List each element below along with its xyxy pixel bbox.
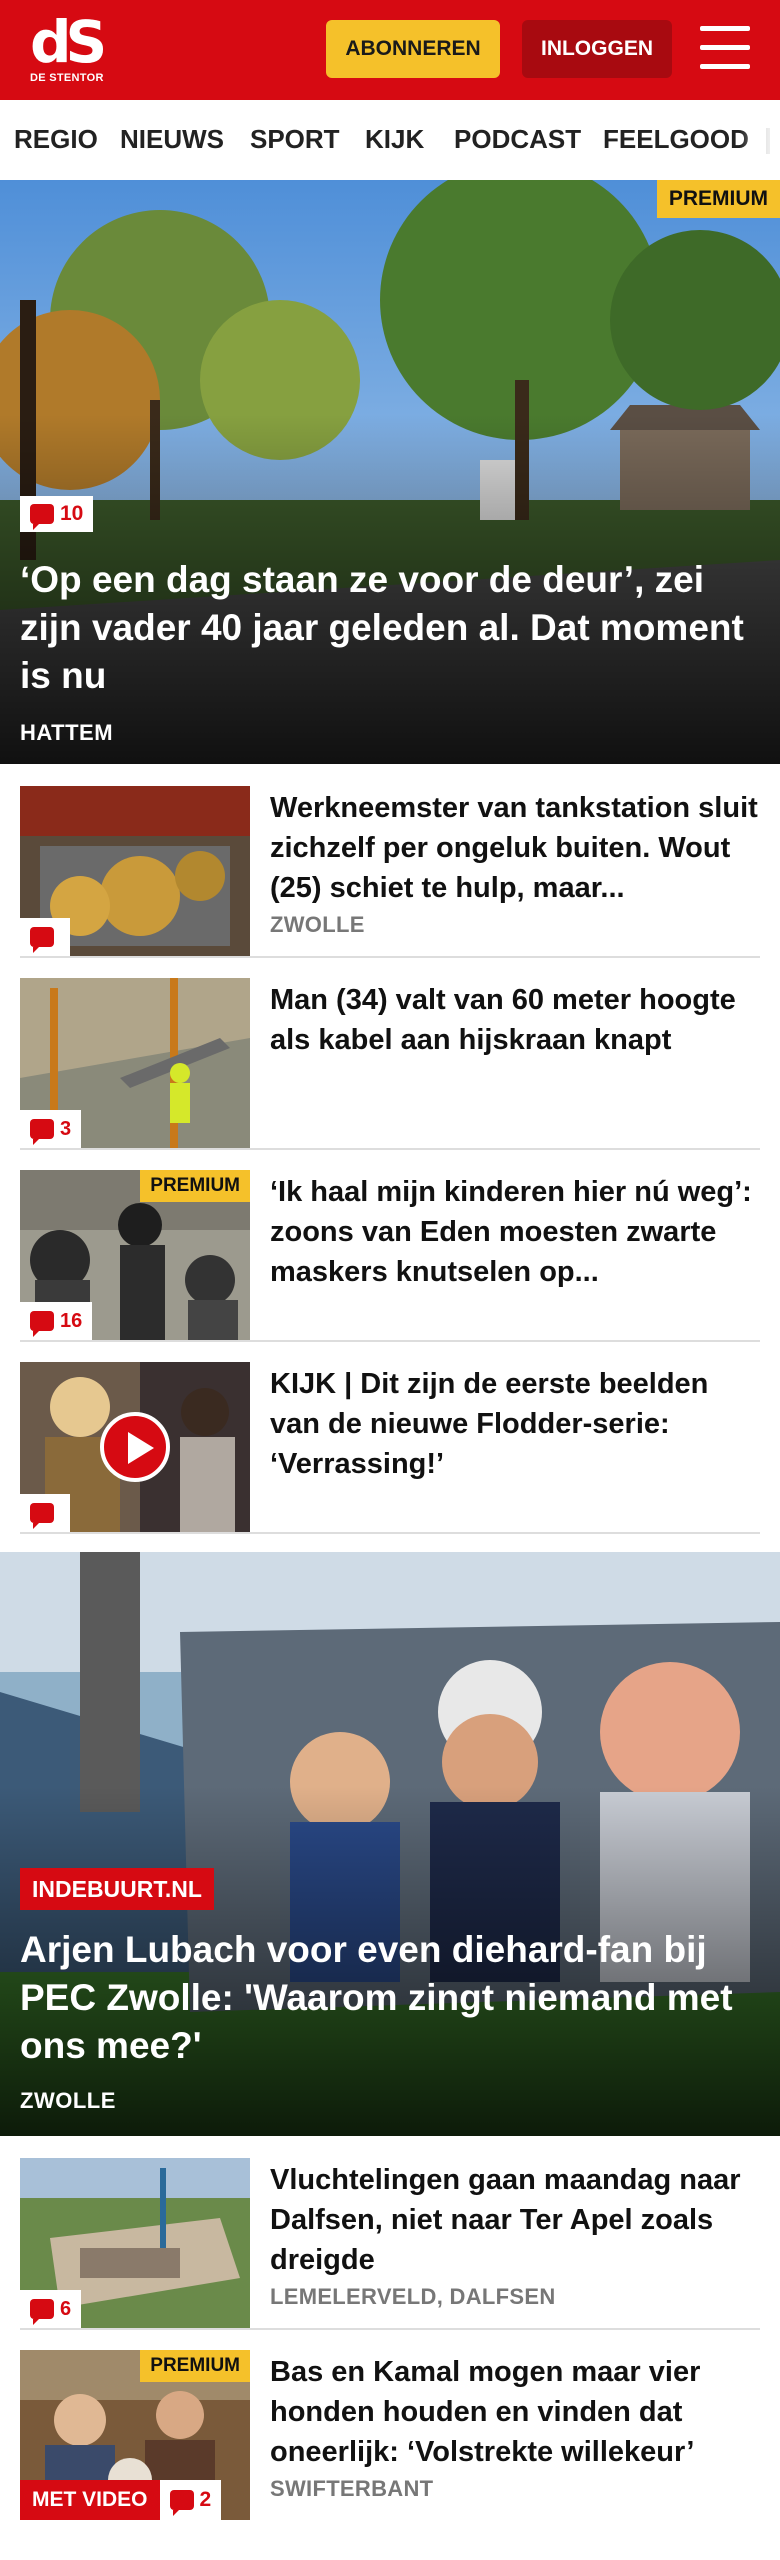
comment-icon: [30, 1311, 54, 1337]
nav-item-regio[interactable]: REGIO: [14, 124, 98, 155]
article-title[interactable]: Man (34) valt van 60 meter hoogte als ka…: [270, 980, 760, 1060]
premium-badge: PREMIUM: [140, 2350, 250, 2382]
article-title[interactable]: Vluchtelingen gaan maandag naar Dalfsen,…: [270, 2160, 760, 2280]
comment-icon: [30, 2299, 54, 2325]
nav-item-podcast[interactable]: PODCAST: [454, 124, 581, 155]
comment-count-badge[interactable]: [20, 918, 70, 956]
comment-icon: [30, 1503, 54, 1529]
menu-icon[interactable]: [700, 26, 750, 70]
section-nav: REGIO NIEUWS SPORT KIJK PODCAST FEELGOOD: [0, 100, 780, 180]
login-button[interactable]: INLOGGEN: [522, 20, 672, 78]
list-item[interactable]: KIJK | Dit zijn de eerste beelden van de…: [20, 1362, 760, 1534]
subscribe-button[interactable]: ABONNEREN: [326, 20, 500, 78]
comment-icon: [30, 927, 54, 953]
premium-badge: PREMIUM: [140, 1170, 250, 1202]
article-title[interactable]: Bas en Kamal mogen maar vier honden houd…: [270, 2352, 760, 2472]
comment-count-badge[interactable]: 10: [20, 496, 94, 532]
article-thumbnail: PREMIUM MET VIDEO 2: [20, 2350, 250, 2520]
comment-count: 6: [60, 2297, 72, 2320]
list-item[interactable]: 6 Vluchtelingen gaan maandag naar Dalfse…: [20, 2158, 760, 2330]
video-badge: MET VIDEO: [20, 2480, 160, 2520]
hero-article-hattem[interactable]: PREMIUM 10 ‘Op een dag staan ze voor de …: [0, 180, 780, 764]
hero-title[interactable]: ‘Op een dag staan ze voor de deur’, zei …: [20, 556, 754, 700]
logo-subtitle: DE STENTOR: [30, 72, 104, 84]
site-logo[interactable]: dS DE STENTOR: [22, 10, 132, 90]
comment-count-badge[interactable]: 3: [20, 1110, 82, 1148]
list-item[interactable]: PREMIUM 16 ‘Ik haal mijn kinderen hier n…: [20, 1170, 760, 1342]
source-tag[interactable]: INDEBUURT.NL: [20, 1868, 214, 1910]
video-comment-tag[interactable]: MET VIDEO 2: [20, 2480, 222, 2520]
comment-icon: [169, 2490, 194, 2516]
article-location: ZWOLLE: [270, 912, 365, 937]
site-header: dS DE STENTOR ABONNEREN INLOGGEN: [0, 0, 780, 100]
comment-count-badge[interactable]: [20, 1494, 70, 1532]
logo-mark: dS: [30, 8, 107, 76]
list-item[interactable]: 3 Man (34) valt van 60 meter hoogte als …: [20, 978, 760, 1150]
nav-item-kijk[interactable]: KIJK: [365, 124, 424, 155]
article-title[interactable]: ‘Ik haal mijn kinderen hier nú weg’: zoo…: [270, 1172, 760, 1292]
nav-item-nieuws[interactable]: NIEUWS: [120, 124, 224, 155]
article-title[interactable]: Werkneemster van tankstation sluit zichz…: [270, 788, 760, 908]
nav-item-sport[interactable]: SPORT: [250, 124, 340, 155]
article-title[interactable]: KIJK | Dit zijn de eerste beelden van de…: [270, 1364, 760, 1484]
hero-article-pec-zwolle[interactable]: INDEBUURT.NL Arjen Lubach voor even dieh…: [0, 1552, 780, 2136]
nav-fade: [740, 100, 780, 180]
article-thumbnail: 6: [20, 2158, 250, 2328]
article-thumbnail: [20, 1362, 250, 1532]
comment-count: 16: [60, 1309, 83, 1332]
article-thumbnail: 3: [20, 978, 250, 1148]
comment-count-badge[interactable]: 2: [159, 2480, 222, 2520]
list-item[interactable]: PREMIUM MET VIDEO 2 Bas en Kamal mogen m…: [20, 2350, 760, 2522]
premium-badge: PREMIUM: [656, 180, 780, 218]
nav-item-feelgood[interactable]: FEELGOOD: [603, 124, 749, 155]
comment-icon: [30, 504, 54, 530]
article-thumbnail: PREMIUM 16: [20, 1170, 250, 1340]
comment-count: 2: [199, 2488, 212, 2511]
list-item[interactable]: Werkneemster van tankstation sluit zichz…: [20, 786, 760, 958]
comment-count: 3: [60, 1117, 72, 1140]
comment-icon: [30, 1119, 54, 1145]
article-thumbnail: [20, 786, 250, 956]
play-icon[interactable]: [100, 1412, 170, 1482]
article-location: SWIFTERBANT: [270, 2476, 434, 2501]
comment-count-badge[interactable]: 6: [20, 2290, 82, 2328]
comment-count-badge[interactable]: 16: [20, 1302, 93, 1340]
article-location: LEMELERVELD, DALFSEN: [270, 2284, 556, 2309]
hero-location: ZWOLLE: [20, 2088, 116, 2113]
comment-count: 10: [60, 502, 84, 525]
hero-location: HATTEM: [20, 720, 114, 745]
hero-title[interactable]: Arjen Lubach voor even diehard-fan bij P…: [20, 1926, 754, 2070]
